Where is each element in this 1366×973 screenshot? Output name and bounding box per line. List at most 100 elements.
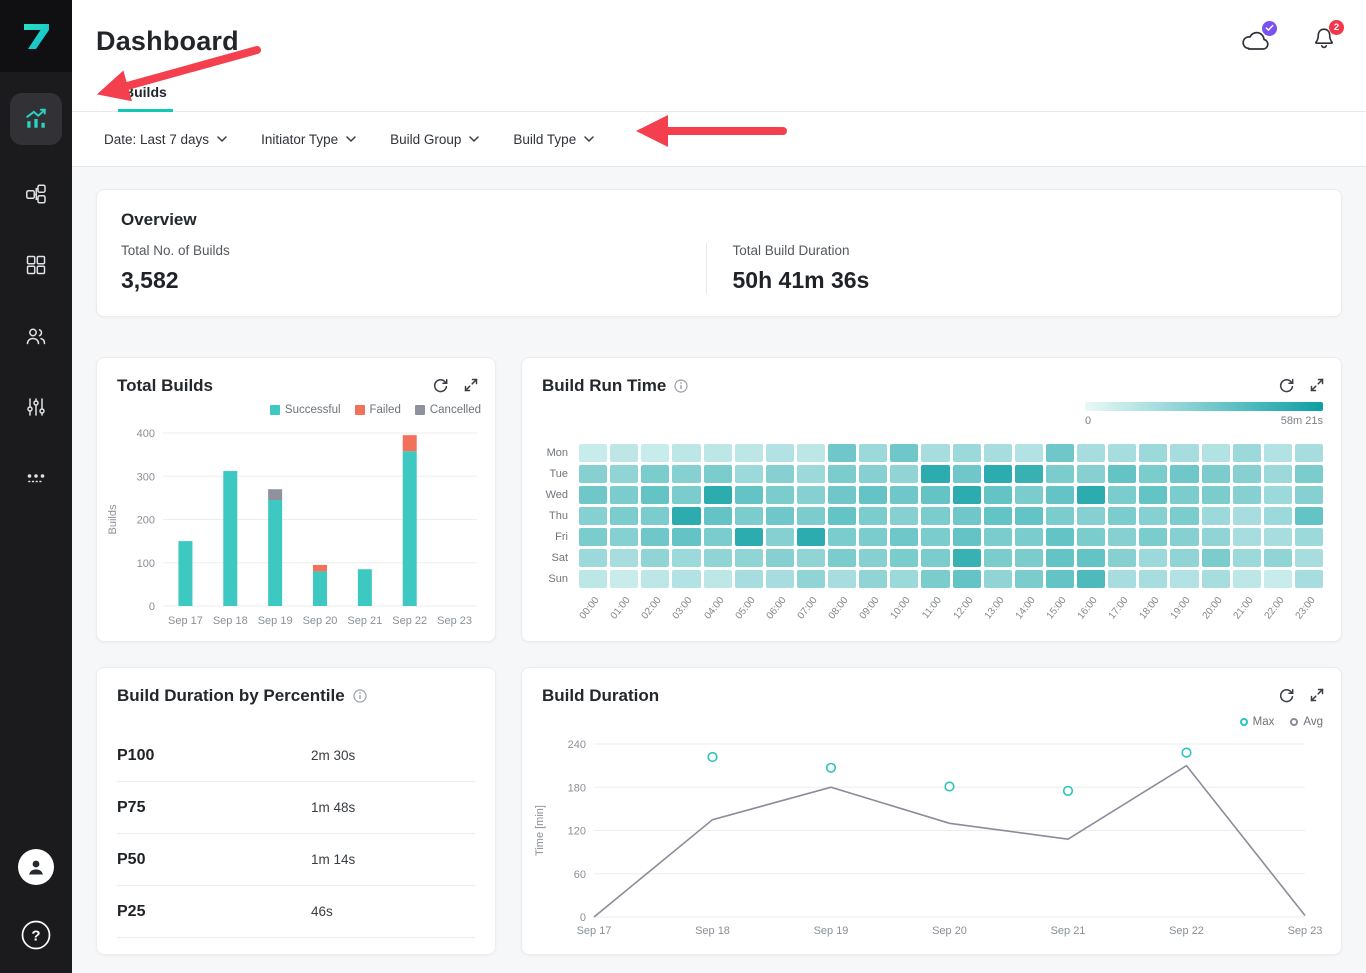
heatmap-cell-sun-04-00[interactable] [704, 570, 732, 588]
refresh-button[interactable] [432, 377, 449, 394]
heatmap-cell-sun-17-00[interactable] [1108, 570, 1136, 588]
heatmap-cell-tue-23-00[interactable] [1295, 465, 1323, 483]
heatmap-cell-sun-10-00[interactable] [890, 570, 918, 588]
heatmap-cell-sat-09-00[interactable] [859, 549, 887, 567]
heatmap-cell-thu-08-00[interactable] [828, 507, 856, 525]
legend-item-max[interactable]: Max [1240, 716, 1275, 728]
heatmap-cell-mon-06-00[interactable] [766, 444, 794, 462]
bar-segment-sep-18-successful[interactable] [223, 471, 237, 606]
heatmap-cell-tue-06-00[interactable] [766, 465, 794, 483]
heatmap-cell-tue-16-00[interactable] [1077, 465, 1105, 483]
heatmap-cell-wed-18-00[interactable] [1139, 486, 1167, 504]
heatmap-cell-mon-21-00[interactable] [1233, 444, 1261, 462]
heatmap-cell-tue-11-00[interactable] [921, 465, 949, 483]
heatmap-cell-tue-14-00[interactable] [1015, 465, 1043, 483]
heatmap-cell-mon-11-00[interactable] [921, 444, 949, 462]
heatmap-cell-tue-08-00[interactable] [828, 465, 856, 483]
sidebar-item-users[interactable] [14, 314, 58, 358]
bar-segment-sep-19-successful[interactable] [268, 500, 282, 606]
heatmap-cell-thu-19-00[interactable] [1170, 507, 1198, 525]
heatmap-cell-thu-13-00[interactable] [984, 507, 1012, 525]
heatmap-cell-fri-14-00[interactable] [1015, 528, 1043, 546]
heatmap-cell-tue-17-00[interactable] [1108, 465, 1136, 483]
tab-builds[interactable]: Builds [118, 80, 173, 112]
heatmap-cell-fri-08-00[interactable] [828, 528, 856, 546]
refresh-button[interactable] [1278, 377, 1295, 394]
point-max-sep-21[interactable] [1064, 787, 1073, 796]
expand-button[interactable] [1309, 377, 1325, 394]
heatmap-cell-thu-05-00[interactable] [735, 507, 763, 525]
help-button[interactable]: ? [14, 913, 58, 957]
heatmap-cell-mon-23-00[interactable] [1295, 444, 1323, 462]
refresh-button[interactable] [1278, 687, 1295, 704]
heatmap-cell-tue-12-00[interactable] [953, 465, 981, 483]
point-max-sep-18[interactable] [708, 753, 717, 762]
heatmap-cell-mon-02-00[interactable] [641, 444, 669, 462]
heatmap-cell-wed-02-00[interactable] [641, 486, 669, 504]
heatmap-cell-fri-04-00[interactable] [704, 528, 732, 546]
heatmap-cell-fri-20-00[interactable] [1202, 528, 1230, 546]
heatmap-cell-sun-14-00[interactable] [1015, 570, 1043, 588]
legend-item-successful[interactable]: Successful [270, 404, 341, 416]
heatmap-cell-mon-20-00[interactable] [1202, 444, 1230, 462]
heatmap-cell-wed-12-00[interactable] [953, 486, 981, 504]
bar-segment-sep-20-failed[interactable] [313, 565, 327, 571]
heatmap-cell-sat-14-00[interactable] [1015, 549, 1043, 567]
heatmap-cell-thu-18-00[interactable] [1139, 507, 1167, 525]
heatmap-cell-fri-15-00[interactable] [1046, 528, 1074, 546]
heatmap-cell-fri-19-00[interactable] [1170, 528, 1198, 546]
heatmap-cell-sun-18-00[interactable] [1139, 570, 1167, 588]
heatmap-cell-wed-23-00[interactable] [1295, 486, 1323, 504]
heatmap-cell-sat-22-00[interactable] [1264, 549, 1292, 567]
heatmap-cell-sun-07-00[interactable] [797, 570, 825, 588]
heatmap-cell-thu-22-00[interactable] [1264, 507, 1292, 525]
heatmap-cell-fri-09-00[interactable] [859, 528, 887, 546]
heatmap-cell-sat-16-00[interactable] [1077, 549, 1105, 567]
heatmap-cell-wed-11-00[interactable] [921, 486, 949, 504]
bar-segment-sep-17-successful[interactable] [178, 541, 192, 606]
heatmap-cell-tue-20-00[interactable] [1202, 465, 1230, 483]
heatmap-cell-mon-16-00[interactable] [1077, 444, 1105, 462]
heatmap-cell-thu-07-00[interactable] [797, 507, 825, 525]
heatmap-cell-wed-03-00[interactable] [672, 486, 700, 504]
heatmap-cell-mon-15-00[interactable] [1046, 444, 1074, 462]
heatmap-cell-sun-20-00[interactable] [1202, 570, 1230, 588]
heatmap-cell-tue-21-00[interactable] [1233, 465, 1261, 483]
heatmap-cell-sun-23-00[interactable] [1295, 570, 1323, 588]
notifications-button[interactable]: 2 [1312, 26, 1336, 57]
heatmap-cell-wed-21-00[interactable] [1233, 486, 1261, 504]
heatmap-cell-tue-05-00[interactable] [735, 465, 763, 483]
legend-item-cancelled[interactable]: Cancelled [415, 404, 481, 416]
heatmap-cell-fri-06-00[interactable] [766, 528, 794, 546]
heatmap-cell-sat-17-00[interactable] [1108, 549, 1136, 567]
heatmap-cell-mon-05-00[interactable] [735, 444, 763, 462]
heatmap-cell-sun-19-00[interactable] [1170, 570, 1198, 588]
heatmap-cell-sun-22-00[interactable] [1264, 570, 1292, 588]
heatmap-cell-sat-10-00[interactable] [890, 549, 918, 567]
heatmap-cell-wed-19-00[interactable] [1170, 486, 1198, 504]
heatmap-cell-wed-20-00[interactable] [1202, 486, 1230, 504]
bar-segment-sep-22-successful[interactable] [403, 451, 417, 606]
heatmap-cell-thu-04-00[interactable] [704, 507, 732, 525]
heatmap-cell-fri-22-00[interactable] [1264, 528, 1292, 546]
heatmap-cell-fri-01-00[interactable] [610, 528, 638, 546]
bar-segment-sep-20-successful[interactable] [313, 571, 327, 606]
heatmap-cell-fri-10-00[interactable] [890, 528, 918, 546]
heatmap-cell-sun-15-00[interactable] [1046, 570, 1074, 588]
heatmap-cell-thu-11-00[interactable] [921, 507, 949, 525]
heatmap-cell-sat-07-00[interactable] [797, 549, 825, 567]
heatmap-cell-sat-23-00[interactable] [1295, 549, 1323, 567]
heatmap-cell-sun-13-00[interactable] [984, 570, 1012, 588]
heatmap-cell-fri-05-00[interactable] [735, 528, 763, 546]
expand-button[interactable] [1309, 687, 1325, 704]
bar-segment-sep-22-failed[interactable] [403, 435, 417, 451]
heatmap-cell-sat-12-00[interactable] [953, 549, 981, 567]
heatmap-cell-tue-19-00[interactable] [1170, 465, 1198, 483]
heatmap-cell-sun-16-00[interactable] [1077, 570, 1105, 588]
heatmap-cell-fri-16-00[interactable] [1077, 528, 1105, 546]
expand-button[interactable] [463, 377, 479, 394]
heatmap-cell-wed-17-00[interactable] [1108, 486, 1136, 504]
heatmap-cell-fri-03-00[interactable] [672, 528, 700, 546]
heatmap-cell-thu-02-00[interactable] [641, 507, 669, 525]
heatmap-cell-wed-10-00[interactable] [890, 486, 918, 504]
